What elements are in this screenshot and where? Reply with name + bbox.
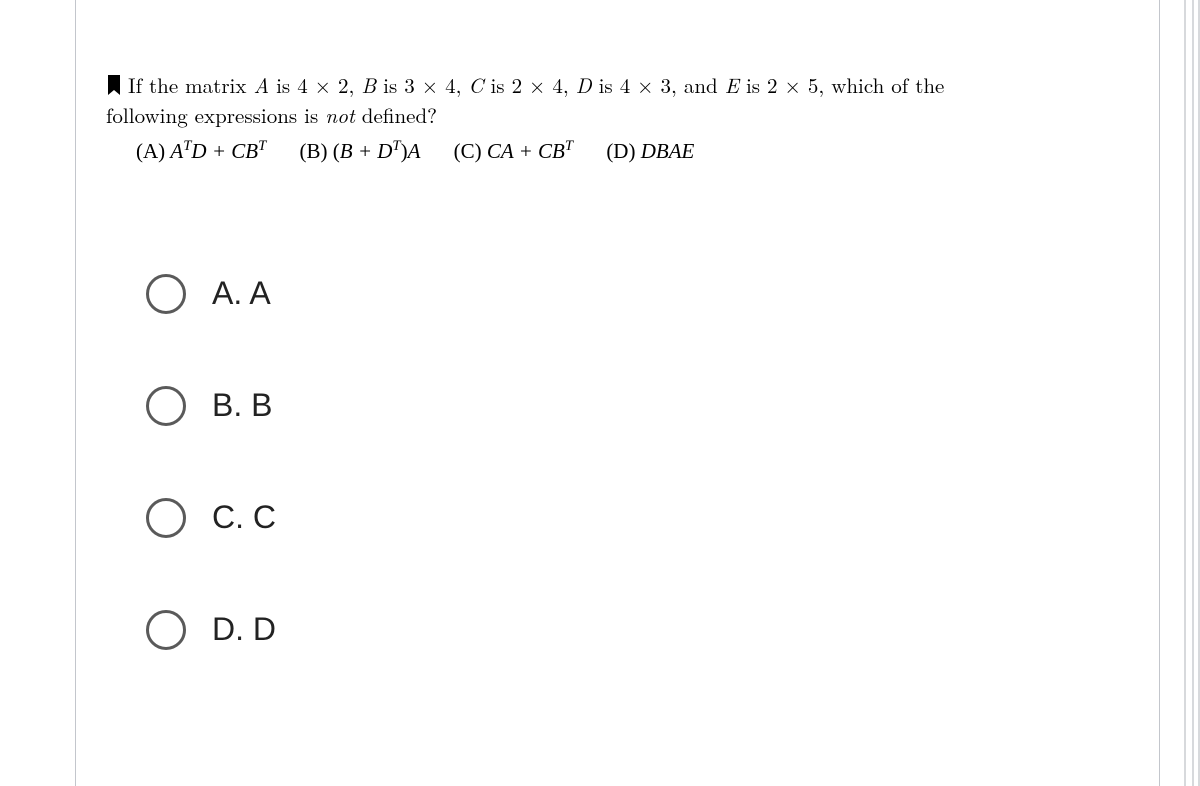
expr-B-sup: T [392, 138, 400, 154]
expr-D-body: DBAE [641, 139, 695, 163]
content-frame: If the matrix A is 4 × 2, B is 3 × 4, C … [75, 0, 1160, 786]
expr-C-label: (C) [454, 139, 487, 163]
q-dim-D: is 4 × 3, and [592, 70, 725, 100]
q-line2-pre: following expressions is [106, 100, 325, 130]
expression-row: (A) ATD + CBT (B) (B + DT)A (C) CA + CBT… [106, 139, 1129, 164]
answer-label: A. A [212, 275, 271, 312]
radio-icon[interactable] [146, 274, 186, 314]
expr-A-1: A [170, 139, 183, 163]
expr-B-2: ) [401, 139, 408, 163]
expr-C-1: CA + CB [487, 139, 565, 163]
expr-A-label: (A) [136, 139, 170, 163]
q-var-C: C [468, 70, 483, 100]
expr-D-label: (D) [606, 139, 640, 163]
q-var-E: E [725, 70, 739, 100]
answer-label: D. D [212, 611, 276, 648]
q-var-B: B [361, 70, 376, 100]
q-dim-B: is 3 × 4, [376, 70, 468, 100]
expr-A-2: D + CB [191, 139, 258, 163]
expr-A: (A) ATD + CBT [136, 139, 266, 164]
q-dim-E: is 2 × 5, which of the [739, 70, 944, 100]
answer-option-B[interactable]: B. B [146, 386, 1129, 426]
q-var-A: A [253, 70, 269, 100]
expr-B-label: (B) [300, 139, 333, 163]
radio-icon[interactable] [146, 498, 186, 538]
q-text: If the matrix [128, 70, 253, 100]
question-text: If the matrix A is 4 × 2, B is 3 × 4, C … [106, 70, 1129, 131]
margin-rule-1 [1184, 0, 1186, 786]
expr-D: (D) DBAE [606, 139, 694, 164]
q-var-D: D [576, 70, 592, 100]
q-line2-post: defined? [355, 100, 437, 130]
expr-C-sup: T [565, 138, 573, 154]
bookmark-icon [106, 75, 122, 95]
expr-B-paren: ( [333, 139, 340, 163]
expr-A-sup2: T [258, 138, 266, 154]
radio-icon[interactable] [146, 610, 186, 650]
expr-C: (C) CA + CBT [454, 139, 573, 164]
q-dim-A: is 4 × 2, [269, 70, 361, 100]
answer-list: A. A B. B C. C D. D [106, 274, 1129, 650]
q-dim-C: is 2 × 4, [483, 70, 575, 100]
answer-option-D[interactable]: D. D [146, 610, 1129, 650]
expr-B-1: B + D [340, 139, 393, 163]
answer-option-C[interactable]: C. C [146, 498, 1129, 538]
answer-option-A[interactable]: A. A [146, 274, 1129, 314]
q-not: not [325, 100, 355, 130]
expr-B-A: A [408, 139, 421, 163]
margin-rule-2 [1192, 0, 1194, 786]
radio-icon[interactable] [146, 386, 186, 426]
expr-B: (B) (B + DT)A [300, 139, 421, 164]
answer-label: B. B [212, 387, 272, 424]
page: If the matrix A is 4 × 2, B is 3 × 4, C … [0, 0, 1200, 786]
answer-label: C. C [212, 499, 276, 536]
